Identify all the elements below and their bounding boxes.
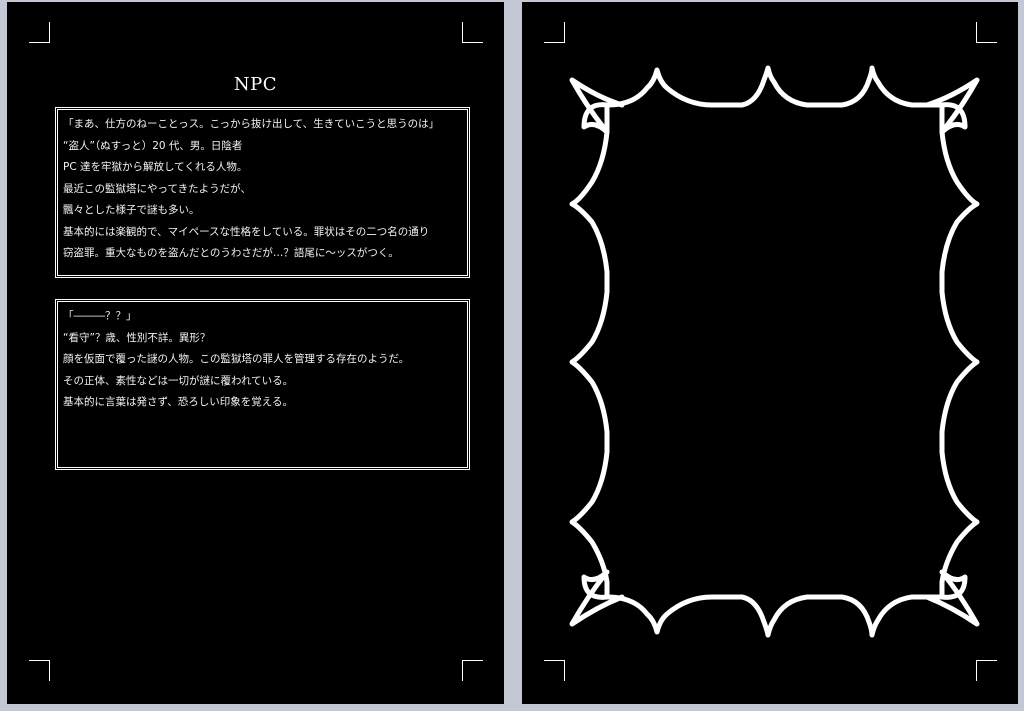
npc-description: PC 達を牢獄から解放してくれる人物。 (63, 161, 248, 173)
npc-description: その正体、素性などは一切が謎に覆われている。 (63, 374, 294, 387)
frame-left-edge (569, 102, 610, 600)
npc-description: 飄々とした様子で謎も多い。 (63, 204, 200, 216)
npc-profile: “看守”？歳、性別不詳。異形？ (63, 331, 211, 344)
frame-bottom-edge (604, 594, 945, 638)
crop-mark-top-left (29, 22, 50, 43)
ornate-frame (569, 65, 980, 638)
page-right (522, 2, 1018, 704)
page-left: NPC 「まあ、仕方のねーことっス。こっから抜け出して、生きていこうと思うのは」… (7, 2, 504, 704)
npc-description: 基本的に言葉は発さず、恐ろしい印象を覚える。 (63, 396, 293, 408)
npc-description: 最近この監獄塔にやってきたようだが、 (63, 182, 251, 195)
document-workspace: NPC 「まあ、仕方のねーことっス。こっから抜け出して、生きていこうと思うのは」… (0, 0, 1024, 711)
frame-right-edge (939, 102, 980, 600)
npc-description: 顔を仮面で覆った謎の人物。この監獄塔の罪人を管理する存在のようだ。 (63, 353, 410, 365)
frame-corner-bottom-right (924, 569, 980, 627)
frame-top-edge (604, 65, 945, 108)
frame-corner-bottom-left (569, 569, 625, 627)
npc-box-jailer: 「―――？？」 “看守”？歳、性別不詳。異形？ 顔を仮面で覆った謎の人物。この監… (55, 299, 470, 470)
npc-box-thief: 「まあ、仕方のねーことっス。こっから抜け出して、生きていこうと思うのは」 “盗人… (55, 107, 470, 278)
crop-mark-bottom-right (462, 660, 483, 681)
npc-quote: 「―――？？」 (63, 310, 137, 322)
page-title: NPC (233, 74, 278, 95)
npc-quote: 「まあ、仕方のねーことっス。こっから抜け出して、生きていこうと思うのは」 (63, 118, 440, 130)
crop-mark-bottom-left (29, 660, 50, 681)
npc-description: 窃盗罪。重大なものを盗んだとのうわさだが…？語尾に〜ッスがつく。 (63, 247, 399, 259)
npc-description: 基本的には楽観的で、マイペースな性格をしている。罪状はその二つ名の通り (63, 225, 430, 238)
crop-mark-top-right (462, 22, 483, 43)
npc-profile: “盗人”（ぬすっと）20 代、男。日陰者 (63, 139, 243, 152)
